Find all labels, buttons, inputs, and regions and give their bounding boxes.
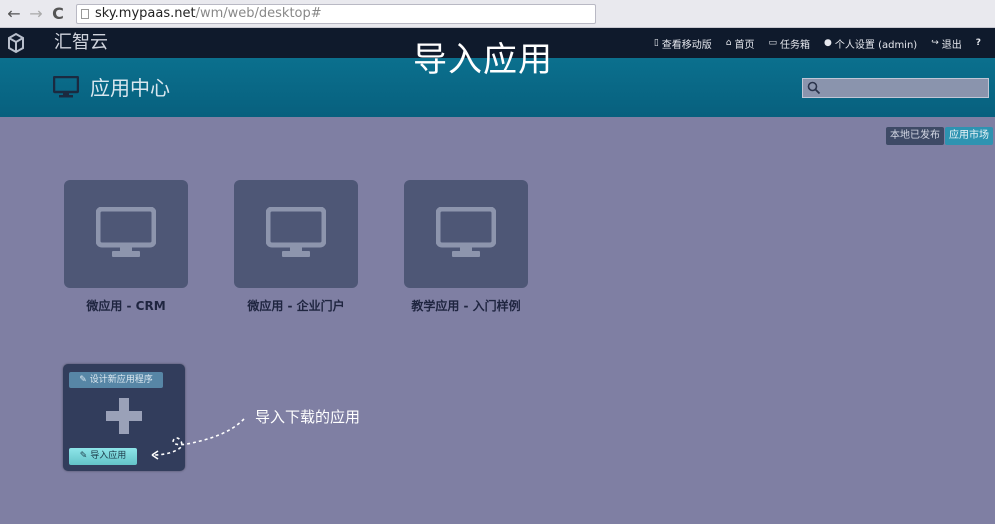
monitor-icon [436,207,496,257]
app-market-button[interactable]: 应用市场 [945,127,993,145]
page-icon [81,9,89,19]
help-icon: ? [975,38,981,48]
forward-arrow-icon[interactable]: → [26,4,46,24]
address-bar[interactable]: sky.mypaas.net/wm/web/desktop# [76,4,596,24]
app-label[interactable]: 微应用 - CRM [34,298,218,314]
logo-icon[interactable] [6,32,26,54]
user-icon: ● [824,38,832,48]
design-new-app-button[interactable]: ✎ 设计新应用程序 [69,372,163,388]
monitor-icon [53,76,79,98]
page-title: 应用中心 [90,76,170,100]
search-input[interactable] [802,78,989,98]
nav-mobile-view[interactable]: ▯ 查看移动版 [654,36,712,51]
local-published-button[interactable]: 本地已发布 [886,127,944,145]
app-tile-box[interactable] [234,180,358,288]
overlay-title: 导入应用 [413,40,553,80]
home-icon: ⌂ [725,38,732,48]
url-path: /wm/web/desktop# [195,6,322,21]
nav-label: 个人设置 (admin) [834,39,918,51]
app-tile-tutorial[interactable]: 教学应用 - 入门样例 [404,180,528,313]
search-icon [807,81,821,95]
nav-help[interactable]: ? [976,38,981,48]
mobile-icon: ▯ [653,38,659,48]
nav-home[interactable]: ⌂ 首页 [726,36,755,51]
url-host: sky.mypaas.net [95,6,196,21]
nav-label: 首页 [734,39,755,51]
logout-icon: ↪ [931,38,939,48]
nav-label: 退出 [941,39,962,51]
monitor-icon [266,207,326,257]
reload-icon[interactable]: C [48,4,68,24]
app-label[interactable]: 教学应用 - 入门样例 [374,298,558,314]
nav-task-box[interactable]: ▭ 任务箱 [769,36,811,51]
app-tile-box[interactable] [404,180,528,288]
import-app-button[interactable]: ✎ 导入应用 [69,448,137,465]
brand-name: 汇智云 [54,32,108,53]
nav-label: 任务箱 [780,39,811,51]
app-tile-box[interactable] [64,180,188,288]
annotation-arrow-icon [151,418,245,460]
plus-icon [106,398,142,434]
app-label[interactable]: 微应用 - 企业门户 [204,298,388,314]
browser-toolbar: ← → C sky.mypaas.net/wm/web/desktop# [0,0,995,28]
app-tile-portal[interactable]: 微应用 - 企业门户 [234,180,358,313]
top-navigation: ▯ 查看移动版 ⌂ 首页 ▭ 任务箱 ● 个人设置 (admin) ↪ 退出 ? [654,28,981,58]
nav-label: 查看移动版 [661,39,712,51]
annotation-text: 导入下载的应用 [255,408,361,426]
nav-personal-settings[interactable]: ● 个人设置 (admin) [824,36,917,51]
back-arrow-icon[interactable]: ← [4,4,24,24]
app-tile-crm[interactable]: 微应用 - CRM [64,180,188,313]
nav-logout[interactable]: ↪ 退出 [931,36,962,51]
inbox-icon: ▭ [768,38,778,48]
monitor-icon [96,207,156,257]
